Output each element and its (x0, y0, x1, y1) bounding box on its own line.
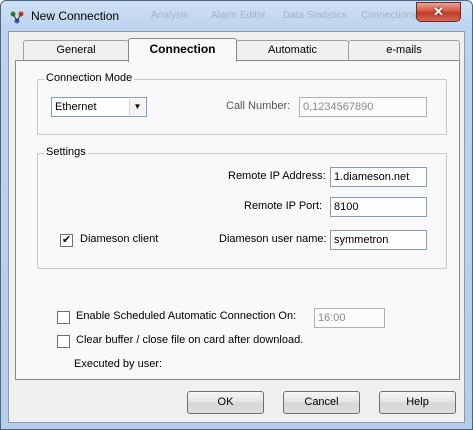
group-label: Settings (44, 146, 88, 158)
dialog-client-area: General Connection Automatic e-mails Con… (8, 31, 465, 423)
tab-e-mails[interactable]: e-mails (348, 40, 460, 60)
dialog-window: New Connection Analysis Alarm Editor Dat… (0, 0, 473, 430)
remote-ip-address-label: Remote IP Address: (228, 170, 326, 182)
tab-label: Automatic (268, 44, 317, 56)
call-number-field[interactable]: 0,1234567890 (299, 97, 427, 117)
remote-ip-port-label: Remote IP Port: (244, 200, 323, 212)
scheduled-connection-label: Enable Scheduled Automatic Connection On… (76, 310, 297, 322)
tab-label: e-mails (386, 44, 422, 56)
clear-buffer-label: Clear buffer / close file on card after … (76, 334, 304, 346)
tab-label: Connection (149, 42, 216, 56)
network-connection-icon (10, 11, 24, 24)
checkmark-icon: ✔ (61, 234, 72, 246)
close-icon: ✕ (433, 4, 444, 19)
background-title-text: Data Statistics (283, 10, 347, 21)
executed-by-label: Executed by user: (74, 358, 163, 370)
scheduled-connection-checkbox[interactable] (57, 311, 70, 324)
connection-tab-panel: Connection Mode Ethernet ▼ Call Number: … (15, 60, 460, 380)
clear-buffer-checkbox[interactable] (57, 335, 70, 348)
remote-ip-address-field[interactable]: 1.diameson.net (330, 167, 427, 187)
remote-ip-port-field[interactable]: 8100 (330, 197, 427, 217)
connection-mode-group: Connection Mode Ethernet ▼ Call Number: … (37, 72, 447, 135)
ok-button[interactable]: OK (187, 391, 264, 414)
title-bar[interactable]: New Connection Analysis Alarm Editor Dat… (1, 1, 472, 31)
help-button[interactable]: Help (379, 391, 456, 414)
diameson-client-label: Diameson client (80, 233, 159, 245)
scheduled-time-field[interactable]: 16:00 (314, 308, 385, 328)
background-title-text: Analysis (151, 10, 189, 21)
call-number-label: Call Number: (226, 100, 291, 112)
diameson-user-field[interactable]: symmetron (330, 230, 427, 250)
background-title-text: Alarm Editor (211, 10, 267, 21)
diameson-client-checkbox[interactable]: ✔ (60, 234, 73, 247)
dropdown-arrow-icon: ▼ (129, 99, 145, 115)
background-title-text: Connections (361, 10, 417, 21)
settings-group: Settings Remote IP Address: 1.diameson.n… (37, 146, 447, 269)
tab-general[interactable]: General (23, 40, 129, 60)
close-button[interactable]: ✕ (416, 2, 461, 22)
tab-label: General (56, 44, 96, 56)
tab-automatic[interactable]: Automatic (236, 40, 349, 60)
window-title: New Connection (31, 9, 120, 23)
tab-connection[interactable]: Connection (128, 38, 237, 62)
group-label: Connection Mode (44, 72, 135, 84)
diameson-user-label: Diameson user name: (219, 233, 327, 245)
dropdown-value: Ethernet (55, 101, 97, 113)
cancel-button[interactable]: Cancel (283, 391, 360, 414)
connection-mode-dropdown[interactable]: Ethernet ▼ (51, 97, 147, 117)
